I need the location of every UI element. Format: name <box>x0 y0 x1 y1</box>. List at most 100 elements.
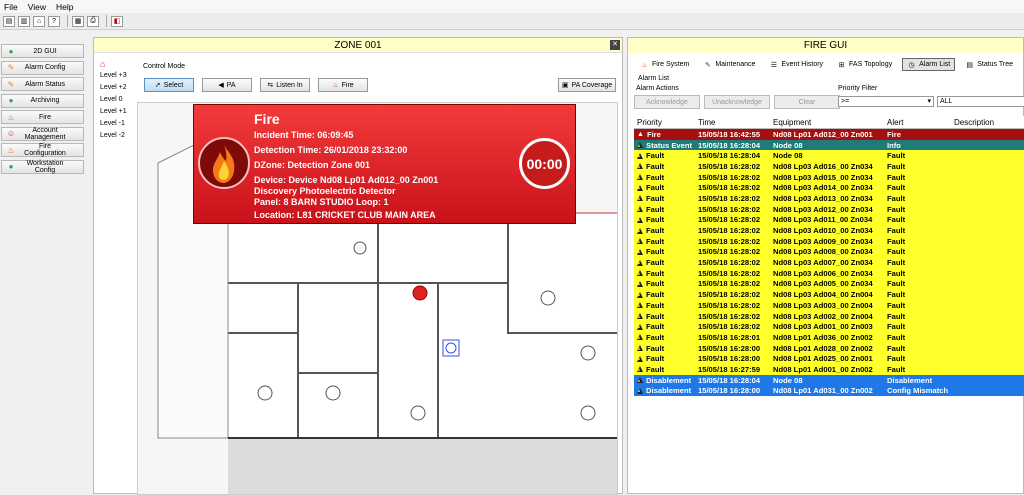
select-button[interactable]: ➚ Select <box>144 78 194 92</box>
clear-button[interactable]: Clear <box>774 95 840 109</box>
warning-icon <box>637 355 643 362</box>
acknowledge-button[interactable]: Acknowledge <box>634 95 700 109</box>
cell-time: 15/05/18 16:28:04 <box>698 151 761 161</box>
nav-item[interactable]: ✎ Alarm Status <box>1 77 84 91</box>
globe-icon: ● <box>8 162 14 171</box>
home-icon[interactable]: ⌂ <box>100 58 127 70</box>
table-row[interactable]: ▲ Fire 15/05/18 16:42:55 Nd08 Lp01 Ad012_00… <box>634 129 1024 140</box>
headset-icon: ⇆ <box>267 82 274 89</box>
col-alert[interactable]: Alert <box>887 118 954 127</box>
table-row[interactable]: Fault 15/05/18 16:28:01 Nd08 Lp01 Ad036_00… <box>634 332 1024 343</box>
cell-time: 15/05/18 16:28:02 <box>698 258 761 268</box>
nav-item[interactable]: ☺ Account Management <box>1 126 84 141</box>
table-row[interactable]: Fault 15/05/18 16:28:02 Nd08 Lp03 Ad011_00… <box>634 214 1024 226</box>
level-item[interactable]: Level +2 <box>100 82 127 94</box>
col-time[interactable]: Time <box>698 118 773 127</box>
cell-alert: Config Mismatch <box>887 386 949 396</box>
table-row[interactable]: Fault 15/05/18 16:28:02 Nd08 Lp03 Ad003_00… <box>634 300 1024 311</box>
table-row[interactable]: Fault 15/05/18 16:28:00 Nd08 Lp01 Ad025_00… <box>634 353 1024 365</box>
priority-value-select[interactable]: ALL <box>937 96 1024 107</box>
table-row[interactable]: Fault 15/05/18 16:28:02 Nd08 Lp03 Ad007_00… <box>634 257 1024 268</box>
cell-alert: Fire <box>887 129 901 139</box>
level-item[interactable]: Level -2 <box>100 130 127 142</box>
save-icon[interactable]: ▤ <box>3 15 15 27</box>
tab-status-tree[interactable]: ▤ Status Tree <box>961 58 1017 71</box>
tab-fas-topology[interactable]: ⊞ FAS Topology <box>833 58 896 71</box>
printer-icon[interactable]: ⎙ <box>87 15 99 27</box>
table-row[interactable]: Fault 15/05/18 16:28:02 Nd08 Lp03 Ad006_00… <box>634 267 1024 279</box>
table-row[interactable]: Disablement 15/05/18 16:28:00 Nd08 Lp01 Ad… <box>634 385 1024 397</box>
priority-text: Fault <box>646 279 665 289</box>
fire-button[interactable]: ♨ Fire <box>318 78 368 92</box>
cell-alert: Fault <box>887 364 906 374</box>
unacknowledge-button[interactable]: Unacknowledge <box>704 95 770 109</box>
flame-icon <box>198 137 250 189</box>
table-row[interactable]: Fault 15/05/18 16:28:02 Nd08 Lp03 Ad004_00… <box>634 289 1024 300</box>
table-body: ▲ Fire 15/05/18 16:42:55 Nd08 Lp01 Ad012_00… <box>634 129 1024 397</box>
table-row[interactable]: Fault 15/05/18 16:28:02 Nd08 Lp03 Ad001_00… <box>634 321 1024 333</box>
priority-operator-select[interactable]: >= ▾ <box>838 96 934 107</box>
exit-icon[interactable]: ◧ <box>111 15 123 27</box>
table-row[interactable]: Fault 15/05/18 16:28:02 Nd08 Lp03 Ad016_00… <box>634 161 1024 172</box>
cell-time: 15/05/18 16:28:02 <box>698 204 761 214</box>
help-icon[interactable]: ? <box>48 15 60 27</box>
table-row[interactable]: Fault 15/05/18 16:28:02 Nd08 Lp03 Ad015_00… <box>634 171 1024 183</box>
table-row[interactable]: Fault 15/05/18 16:28:00 Nd08 Lp01 Ad028_00… <box>634 342 1024 354</box>
nav-item[interactable]: ● Archiving <box>1 93 84 108</box>
cell-alert: Disablement <box>887 375 933 385</box>
col-priority[interactable]: Priority <box>634 118 698 127</box>
level-item[interactable]: Level -1 <box>100 118 127 130</box>
level-item[interactable]: Level +1 <box>100 106 127 118</box>
grid-icon[interactable]: ▦ <box>72 15 84 27</box>
tab-event-history[interactable]: ☰ Event History <box>765 58 827 71</box>
table-row[interactable]: Fault 15/05/18 16:28:02 Nd08 Lp03 Ad013_00… <box>634 193 1024 204</box>
level-item[interactable]: Level +3 <box>100 70 127 82</box>
nav-item[interactable]: ✎ Alarm Config <box>1 60 84 75</box>
close-icon[interactable]: ✕ <box>610 40 620 50</box>
table-row[interactable]: Fault 15/05/18 16:28:02 Nd08 Lp03 Ad012_00… <box>634 203 1024 215</box>
folder-icon[interactable]: ▥ <box>18 15 30 27</box>
nav-item[interactable]: ● Workstation Config <box>1 159 84 174</box>
table-row[interactable]: Fault 15/05/18 16:28:02 Nd08 Lp03 Ad010_00… <box>634 225 1024 236</box>
table-row[interactable]: Fault 15/05/18 16:28:02 Nd08 Lp03 Ad002_00… <box>634 310 1024 322</box>
level-list: ⌂ Level +3 Level +2 Level 0 Level +1 Lev… <box>100 58 127 142</box>
col-description[interactable]: Description <box>954 118 1024 127</box>
table-row[interactable]: Disablement 15/05/18 16:28:04 Node 08 Disab… <box>634 374 1024 386</box>
table-row[interactable]: Fault 15/05/18 16:28:02 Nd08 Lp03 Ad005_00… <box>634 278 1024 290</box>
pa-button[interactable]: ◀ PA <box>202 78 252 92</box>
tab-alarm-list[interactable]: ◷ Alarm List <box>902 58 956 71</box>
chevron-down-icon: ▾ <box>927 98 931 105</box>
table-row[interactable]: Fault 15/05/18 16:28:02 Nd08 Lp03 Ad008_00… <box>634 246 1024 258</box>
table-row[interactable]: Fault 15/05/18 16:28:02 Nd08 Lp03 Ad009_00… <box>634 235 1024 247</box>
table-row[interactable]: Status Event 15/05/18 16:28:04 Node 08 Info <box>634 139 1024 151</box>
nav-item[interactable]: ♨ Fire Configuration <box>1 143 84 157</box>
cell-alert: Fault <box>887 161 906 171</box>
nav-item[interactable]: ● 2D GUI <box>1 44 84 58</box>
warning-icon <box>637 152 643 159</box>
priority-text: Fault <box>646 183 665 193</box>
select-label: Select <box>163 81 184 89</box>
menu-help[interactable]: Help <box>56 2 73 12</box>
table-row[interactable]: Fault 15/05/18 16:28:02 Nd08 Lp03 Ad014_00… <box>634 182 1024 194</box>
menu-file[interactable]: File <box>4 2 18 12</box>
col-equipment[interactable]: Equipment <box>773 118 887 127</box>
tab-fire-system[interactable]: ♨ Fire System <box>636 58 693 71</box>
cell-equipment: Nd08 Lp01 Ad012_00 Zn001 <box>773 129 873 139</box>
priority-text: Fault <box>646 364 665 374</box>
nav-item-label: Alarm Status <box>24 80 66 88</box>
menu-view[interactable]: View <box>28 2 46 12</box>
cell-priority: Disablement <box>634 376 698 385</box>
countdown-timer: 00:00 <box>519 138 570 189</box>
nav-item[interactable]: ♨ Fire <box>1 110 84 124</box>
table-row[interactable]: Fault 15/05/18 16:28:04 Node 08 Fault <box>634 150 1024 162</box>
home-icon[interactable]: ⌂ <box>33 15 45 27</box>
cell-time: 15/05/18 16:28:00 <box>698 386 761 396</box>
table-row[interactable]: Fault 15/05/18 16:27:59 Nd08 Lp01 Ad001_00… <box>634 364 1024 375</box>
listen-in-button[interactable]: ⇆ Listen In <box>260 78 310 92</box>
detection-time: Detection Time: 26/01/2018 23:32:00 <box>254 145 408 155</box>
tab-maintenance[interactable]: ✎ Maintenance <box>699 58 759 71</box>
pa-coverage-button[interactable]: ▣ PA Coverage <box>558 78 616 92</box>
alarm-detector-icon[interactable] <box>412 285 428 301</box>
level-item[interactable]: Level 0 <box>100 94 127 106</box>
fire-alert-popup[interactable]: Fire Incident Time: 06:09:45 Detection T… <box>193 104 576 224</box>
